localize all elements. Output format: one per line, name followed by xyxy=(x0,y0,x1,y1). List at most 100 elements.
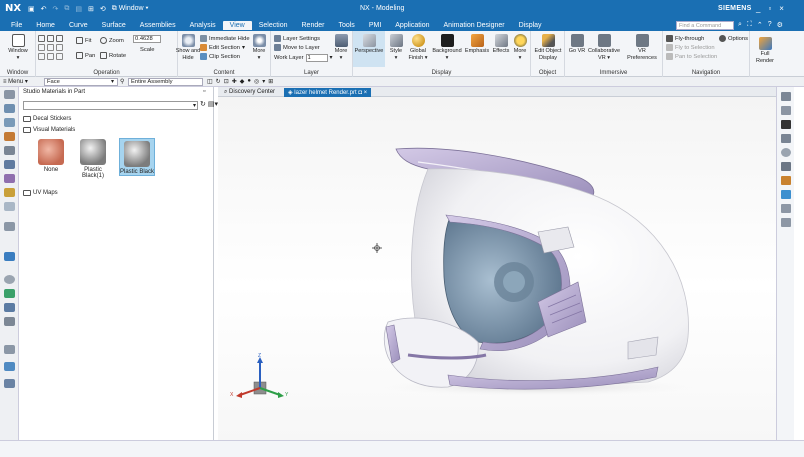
clock-icon[interactable] xyxy=(4,275,15,284)
save-icon[interactable]: ▣ xyxy=(28,5,35,13)
graphics-viewport[interactable]: Z X Y xyxy=(218,97,776,440)
restore-button[interactable]: ▫ xyxy=(768,4,771,13)
snap-mid-icon[interactable]: ◎ xyxy=(254,78,259,85)
tab-animation-designer[interactable]: Animation Designer xyxy=(437,21,512,30)
view-options-icon[interactable]: ▤▾ xyxy=(208,100,218,108)
filter-dropdown-arrow[interactable]: ▾ xyxy=(111,78,114,85)
snap-grid-icon[interactable]: ⊞ xyxy=(268,78,273,85)
select-all-icon[interactable]: ⊡ xyxy=(224,78,229,85)
menu-button[interactable]: ≡ Menu ▾ xyxy=(3,78,28,85)
tab-assemblies[interactable]: Assemblies xyxy=(133,21,183,30)
vr-preferences-button[interactable]: VR Preferences xyxy=(623,34,661,61)
undo-icon[interactable]: ↶ xyxy=(41,5,47,13)
fly-to-selection-button[interactable]: Fly to Selection xyxy=(666,44,715,51)
scale-input[interactable]: 0.4628 xyxy=(133,35,161,43)
material-plastic-black-1[interactable]: Plastic Black(1) xyxy=(76,139,110,179)
repeat-command-icon[interactable]: ⟲ xyxy=(100,5,106,13)
material-none[interactable]: None xyxy=(34,139,68,173)
pan-to-selection-button[interactable]: Pan to Selection xyxy=(666,53,717,60)
hide-icon[interactable] xyxy=(781,218,791,227)
snap-point-icon[interactable]: ◆ xyxy=(240,78,245,85)
content-more-button[interactable]: More ▾ xyxy=(250,34,268,61)
full-render-button[interactable]: Full Render xyxy=(752,37,778,64)
minimize-button[interactable]: _ xyxy=(756,4,760,13)
intent-icon[interactable]: ✚ xyxy=(232,78,237,85)
analysis-icon[interactable] xyxy=(4,303,15,312)
immediate-hide-button[interactable]: Immediate Hide xyxy=(200,35,250,42)
global-finish-button[interactable]: Global Finish ▾ xyxy=(406,34,430,61)
tab-tools[interactable]: Tools xyxy=(331,21,361,30)
decal-icon[interactable] xyxy=(781,190,791,199)
view-grid-icons-3[interactable] xyxy=(38,53,63,60)
window-menu[interactable]: ⧉ Window ▾ xyxy=(112,5,149,13)
constraint-navigator-icon[interactable] xyxy=(4,132,15,141)
selection-scope-select[interactable]: Entire Assembly xyxy=(128,78,203,86)
perspective-button[interactable]: Perspective xyxy=(353,31,385,67)
deselect-icon[interactable]: ↻ xyxy=(216,78,221,85)
tree-item-visual-materials[interactable]: Visual Materials xyxy=(23,127,75,133)
settings-icon[interactable] xyxy=(4,90,15,99)
assembly-navigator-icon[interactable] xyxy=(4,104,15,113)
window-button[interactable]: Window ▾ xyxy=(4,34,32,61)
tab-curve[interactable]: Curve xyxy=(62,21,95,30)
snap-end-icon[interactable]: ● xyxy=(247,78,251,85)
effects-button[interactable]: Effects xyxy=(491,34,511,55)
reuse-library-icon[interactable] xyxy=(4,146,15,155)
navigation-options-button[interactable]: Options xyxy=(719,35,748,42)
material-plastic-black[interactable]: Plastic Black xyxy=(119,138,155,176)
process-studio-icon[interactable] xyxy=(4,174,15,183)
view-grid-icons-2[interactable] xyxy=(38,44,63,51)
view-orientation-icon[interactable] xyxy=(781,92,791,101)
redo-icon[interactable]: ↷ xyxy=(53,5,59,13)
tab-helmet-part[interactable]: ◈ lazer helmet Render.prt ◘ × xyxy=(284,88,372,97)
edit-object-display-button[interactable]: Edit Object Display xyxy=(532,34,564,61)
roles-icon[interactable] xyxy=(4,317,15,326)
go-vr-button[interactable]: Go VR xyxy=(567,34,587,55)
command-search-input[interactable]: Find a Command xyxy=(676,21,734,30)
view-grid-icons[interactable] xyxy=(38,35,63,42)
panel-restore-icon[interactable]: ▫ xyxy=(203,88,205,95)
layer-more-button[interactable]: More ▾ xyxy=(331,34,351,61)
snapshot-icon[interactable] xyxy=(781,134,791,143)
fly-through-button[interactable]: Fly-through xyxy=(666,35,704,42)
settings-icon[interactable]: ⚙ xyxy=(777,21,783,29)
part-navigator-icon[interactable] xyxy=(4,118,15,127)
emphasis-button[interactable]: Emphasis xyxy=(464,34,490,55)
type-filter-select[interactable]: Face xyxy=(44,78,118,86)
search-icon[interactable]: ⌕ xyxy=(738,21,742,29)
edit-section-button[interactable]: Edit Section ▾ xyxy=(200,44,245,51)
collapse-ribbon-icon[interactable]: ⌃ xyxy=(757,21,763,29)
tab-render[interactable]: Render xyxy=(295,21,332,30)
move-to-layer-button[interactable]: Move to Layer xyxy=(274,44,320,51)
display-more-button[interactable]: More ▾ xyxy=(511,34,529,61)
tab-display[interactable]: Display xyxy=(512,21,549,30)
material-library-select[interactable]: ▾ xyxy=(23,101,198,110)
show-and-hide-button[interactable]: Show and Hide xyxy=(174,34,202,61)
tab-application[interactable]: Application xyxy=(388,21,436,30)
tab-analysis[interactable]: Analysis xyxy=(183,21,223,30)
close-button[interactable]: × xyxy=(779,4,784,13)
uv-icon[interactable] xyxy=(781,204,791,213)
templates-icon[interactable] xyxy=(4,345,15,354)
zoom-button[interactable]: Zoom xyxy=(100,37,124,44)
fullscreen-icon[interactable]: ⛶ xyxy=(747,21,752,29)
collaborative-vr-button[interactable]: Collaborative VR ▾ xyxy=(587,34,621,61)
style-button[interactable]: Style ▾ xyxy=(387,34,405,61)
palette-icon[interactable] xyxy=(4,362,15,371)
tab-discovery-center[interactable]: ⌕ Discovery Center xyxy=(220,88,279,97)
tab-selection[interactable]: Selection xyxy=(252,21,295,30)
work-layer-select[interactable]: 1 xyxy=(305,54,328,62)
snap-more-icon[interactable]: ▾ xyxy=(262,78,265,85)
help-icon[interactable]: ? xyxy=(768,21,772,29)
camera-icon[interactable] xyxy=(781,148,791,157)
refresh-icon[interactable]: ↻ xyxy=(200,100,206,108)
background-button[interactable]: Background ▾ xyxy=(431,34,463,61)
tree-item-decal-stickers[interactable]: Decal Stickers xyxy=(23,116,71,122)
paste-icon[interactable]: ▤ xyxy=(75,5,82,13)
lights-icon[interactable] xyxy=(781,162,791,171)
visual-reporting-icon[interactable] xyxy=(4,379,15,388)
materials-icon[interactable] xyxy=(781,176,791,185)
pan-button[interactable]: Pan xyxy=(76,52,95,59)
render-style-icon[interactable] xyxy=(781,106,791,115)
tree-item-uv-maps[interactable]: UV Maps xyxy=(23,190,58,196)
